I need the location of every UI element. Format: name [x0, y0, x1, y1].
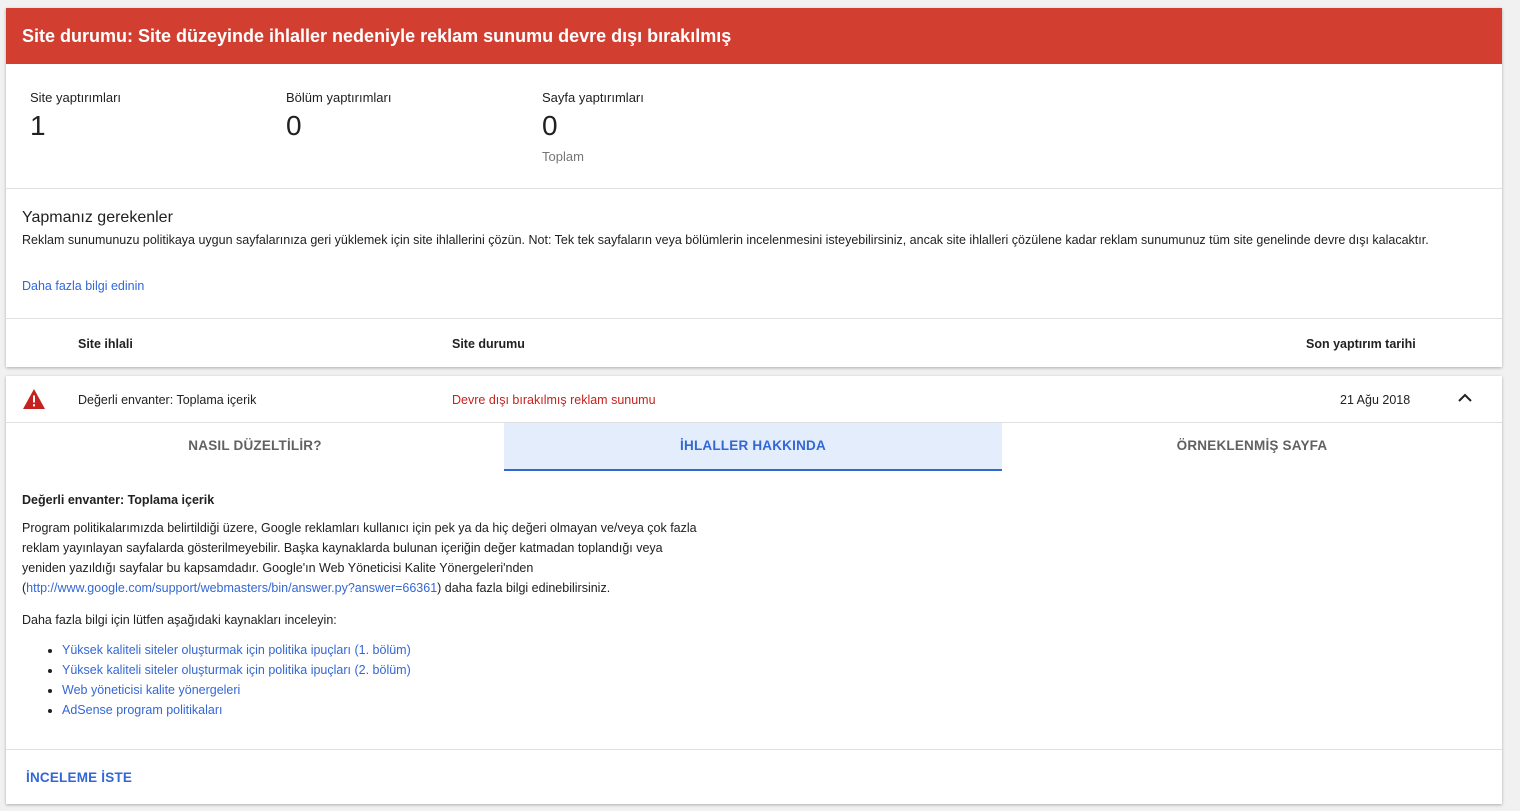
divider [6, 188, 1502, 189]
detail-text: ) daha fazla bilgi edinebilirsiniz. [437, 581, 611, 595]
column-header-date: Son yaptırım tarihi [1306, 337, 1416, 351]
stat-label: Site yaptırımları [30, 90, 122, 105]
divider [6, 749, 1502, 750]
tab-about-violations[interactable]: İHLALLER HAKKINDA [504, 423, 1002, 471]
detail-title: Değerli envanter: Toplama içerik [22, 493, 215, 507]
resources-intro: Daha fazla bilgi için lütfen aşağıdaki k… [22, 613, 337, 627]
resource-link[interactable]: Web yöneticisi kalite yönergeleri [62, 683, 240, 697]
list-item: Web yöneticisi kalite yönergeleri [62, 680, 702, 700]
violation-status: Devre dışı bırakılmış reklam sunumu [452, 393, 656, 407]
list-item: AdSense program politikaları [62, 700, 702, 720]
violation-date: 21 Ağu 2018 [1340, 393, 1411, 407]
learn-more-link[interactable]: Daha fazla bilgi edinin [22, 279, 144, 293]
guidelines-link[interactable]: http://www.google.com/support/webmasters… [26, 581, 437, 595]
tab-how-to-fix[interactable]: NASIL DÜZELTİLİR? [6, 423, 504, 469]
tab-sampled-page[interactable]: ÖRNEKLENMİŞ SAYFA [1002, 423, 1502, 469]
status-banner: Site durumu: Site düzeyinde ihlaller ned… [6, 8, 1502, 64]
status-card: Site durumu: Site düzeyinde ihlaller ned… [6, 8, 1502, 367]
tab-bar: NASIL DÜZELTİLİR? İHLALLER HAKKINDA ÖRNE… [6, 423, 1502, 471]
status-banner-title: Site durumu: Site düzeyinde ihlaller ned… [22, 26, 732, 46]
violation-detail: Değerli envanter: Toplama içerik Program… [22, 490, 702, 720]
stat-sublabel: Toplam [542, 149, 584, 164]
resource-list: Yüksek kaliteli siteler oluşturmak için … [22, 640, 702, 720]
warning-icon [23, 389, 45, 409]
column-header-violation: Site ihlali [78, 337, 133, 351]
resource-link[interactable]: Yüksek kaliteli siteler oluşturmak için … [62, 643, 411, 657]
violation-card: Değerli envanter: Toplama içerik Devre d… [6, 376, 1502, 804]
stat-value: 0 [286, 110, 302, 141]
violation-name: Değerli envanter: Toplama içerik [78, 393, 257, 407]
stat-site-sanctions: Site yaptırımları 1 [30, 90, 121, 143]
resource-link[interactable]: Yüksek kaliteli siteler oluşturmak için … [62, 663, 411, 677]
stat-label: Bölüm yaptırımları [286, 90, 392, 105]
list-item: Yüksek kaliteli siteler oluşturmak için … [62, 640, 702, 660]
stat-page-sanctions: Sayfa yaptırımları 0 Toplam [542, 90, 644, 164]
detail-paragraph: Program politikalarımızda belirtildiği ü… [22, 518, 702, 598]
violation-row[interactable]: Değerli envanter: Toplama içerik Devre d… [6, 376, 1502, 422]
todo-text: Reklam sunumunuzu politikaya uygun sayfa… [22, 233, 1429, 247]
divider [6, 318, 1502, 319]
stat-value: 0 [542, 110, 558, 141]
stat-section-sanctions: Bölüm yaptırımları 0 [286, 90, 391, 143]
resource-link[interactable]: AdSense program politikaları [62, 703, 223, 717]
stat-label: Sayfa yaptırımları [542, 90, 644, 105]
stat-value: 1 [30, 110, 46, 141]
request-review-button[interactable]: İNCELEME İSTE [26, 770, 132, 785]
column-header-status: Site durumu [452, 337, 525, 351]
list-item: Yüksek kaliteli siteler oluşturmak için … [62, 660, 702, 680]
chevron-up-icon[interactable] [1457, 392, 1473, 404]
todo-title: Yapmanız gerekenler [22, 209, 173, 226]
